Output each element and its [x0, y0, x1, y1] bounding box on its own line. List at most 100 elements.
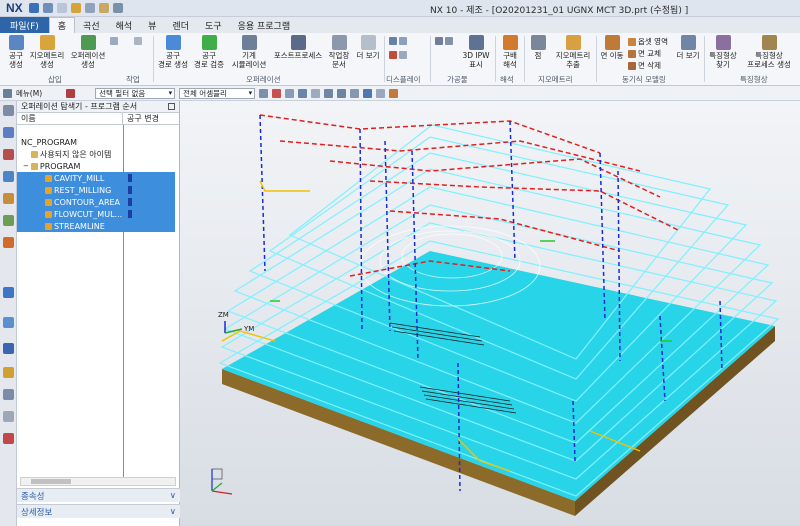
find-feature-button[interactable]: 특징형상 찾기 [708, 35, 738, 69]
select-icon[interactable] [66, 88, 76, 98]
navigator-title: 오퍼레이션 탐색기 - 프로그램 순서 [21, 102, 138, 111]
operation-icon [45, 210, 52, 218]
reuse-library-icon[interactable] [3, 215, 14, 226]
tree-row-flowcut[interactable]: FLOWCUT_MUL... [17, 208, 175, 220]
copy-icon[interactable] [84, 3, 95, 13]
tree-row-program[interactable]: − PROGRAM [17, 160, 175, 172]
point-button[interactable]: 점 [528, 35, 548, 60]
create-geometry-button[interactable]: 지오메트리 생성 [28, 35, 66, 69]
save-icon[interactable] [28, 3, 39, 13]
settings-gear-icon[interactable] [3, 105, 14, 116]
ribbon-separator [596, 36, 597, 82]
tab-analysis[interactable]: 해석 [108, 17, 141, 33]
group-label-synchronous-modeling: 동기식 모델링 [622, 75, 666, 84]
machine-tool-navigator-icon[interactable] [3, 127, 14, 138]
postprocess-icon [290, 35, 306, 50]
column-header-name[interactable]: 이름 [17, 112, 123, 125]
system-materials-icon[interactable] [3, 367, 14, 378]
scrollbar-thumb[interactable] [31, 479, 71, 484]
assembly-navigator-icon[interactable] [3, 193, 14, 204]
draft-analysis-button[interactable]: 구배 해석 [499, 35, 521, 69]
snap-icon-2[interactable] [285, 88, 295, 98]
column-header-tool-change[interactable]: 공구 변경 [123, 113, 159, 124]
pan-icon[interactable] [350, 88, 360, 98]
rapid-move [389, 210, 621, 252]
fit-view-icon[interactable] [324, 88, 334, 98]
wcs-icon[interactable] [389, 88, 399, 98]
more-modeling-button[interactable]: 더 보기 [676, 35, 700, 60]
offset-region-item[interactable]: 옵셋 영역 [628, 36, 668, 47]
file-menu-tab[interactable]: 파일(F) [0, 17, 49, 33]
title-bar: NX NX 10 - 제조 - [O20201231_01 UGNX MCT 3… [0, 0, 800, 17]
paste-icon[interactable] [98, 3, 109, 13]
tab-curve[interactable]: 곡선 [75, 17, 108, 33]
operation-icon [45, 198, 52, 206]
tab-applications[interactable]: 응용 프로그램 [230, 17, 299, 33]
operation-navigator-icon[interactable] [3, 171, 14, 182]
operation-small-tools[interactable] [134, 37, 142, 45]
rotate-icon[interactable] [337, 88, 347, 98]
tab-tools[interactable]: 도구 [197, 17, 230, 33]
more-operations-button[interactable]: 더 보기 [355, 35, 381, 60]
machine-simulation-button[interactable]: 기계 시뮬레이션 [228, 35, 270, 69]
operation-icon [45, 186, 52, 194]
replace-face-item[interactable]: 면 교체 [628, 48, 661, 59]
tree-row-cavity-mill[interactable]: CAVITY_MILL [17, 172, 175, 184]
tree-row-streamline[interactable]: STREAMLINE [17, 220, 175, 232]
create-tool-button[interactable]: 공구 생성 [5, 35, 27, 69]
history-clock-icon[interactable] [3, 343, 14, 354]
redo-icon[interactable] [56, 3, 67, 13]
feature-process-button[interactable]: 특징형상 프로세스 생성 [740, 35, 798, 69]
web-browser-icon[interactable] [3, 287, 14, 298]
workpiece-small-tools[interactable] [435, 37, 453, 45]
shop-docs-icon [331, 35, 347, 50]
process-studio-icon[interactable] [3, 389, 14, 400]
display-small-tools-2[interactable] [389, 51, 407, 59]
tab-view[interactable]: 뷰 [140, 17, 164, 33]
delete-face-item[interactable]: 면 삭제 [628, 60, 661, 71]
view-icon[interactable] [311, 88, 321, 98]
palette-icon[interactable] [3, 433, 14, 444]
extract-geometry-button[interactable]: 지오메트리 추출 [552, 35, 594, 69]
verify-toolpath-button[interactable]: 공구 경로 검증 [191, 35, 227, 69]
point-snap-icon[interactable] [298, 88, 308, 98]
dependencies-panel-header[interactable]: 종속성 ∨ [17, 488, 180, 502]
tree-row-unused-items[interactable]: 사용되지 않은 아이템 [17, 148, 175, 160]
postprocess-button[interactable]: 포스트프로세스 [272, 35, 324, 60]
shading-icon[interactable] [363, 88, 373, 98]
shop-docs-button[interactable]: 작업장 문서 [326, 35, 352, 69]
ipw-icon [468, 35, 484, 50]
tree-row-nc-program[interactable]: NC_PROGRAM [17, 136, 175, 148]
manufacturing-wizard-icon[interactable] [3, 411, 14, 422]
tab-render[interactable]: 렌더 [164, 17, 197, 33]
maximize-icon[interactable] [168, 103, 175, 110]
snap-icon[interactable] [272, 88, 282, 98]
navigator-horizontal-scrollbar[interactable] [20, 477, 176, 486]
menu-button[interactable]: 메뉴(M) [16, 88, 42, 99]
insert-small-tools[interactable] [110, 37, 118, 45]
selection-filter-dropdown[interactable]: 선택 필터 없음 [95, 87, 176, 99]
window-title: NX 10 - 제조 - [O20201231_01 UGNX MCT 3D.p… [430, 6, 689, 16]
create-operation-button[interactable]: 오퍼레이션 생성 [67, 35, 109, 69]
tree-row-rest-milling[interactable]: REST_MILLING [17, 184, 175, 196]
cut-icon[interactable] [70, 3, 81, 13]
move-face-button[interactable]: 면 이동 [600, 35, 624, 60]
edit-icon [134, 37, 142, 45]
tab-home[interactable]: 홈 [48, 17, 76, 33]
display-small-tools[interactable] [389, 37, 407, 45]
assembly-scope-dropdown[interactable]: 전체 어셈블리 [179, 87, 256, 99]
group-label-geometry: 지오메트리 [538, 75, 573, 84]
layer-icon[interactable] [376, 88, 386, 98]
details-panel-header[interactable]: 상세정보 ∨ [17, 504, 180, 518]
part-navigator-icon[interactable] [3, 149, 14, 160]
undo-icon[interactable] [42, 3, 53, 13]
graphics-viewport[interactable]: ZM YM [180, 101, 800, 526]
window-icon[interactable] [112, 3, 123, 13]
ipw-button[interactable]: 3D IPW 표시 [460, 35, 492, 69]
collapse-icon[interactable]: − [23, 162, 29, 170]
roles-icon[interactable] [3, 317, 14, 328]
generate-toolpath-button[interactable]: 공구 경로 생성 [158, 35, 188, 69]
tree-row-contour-area[interactable]: CONTOUR_AREA [17, 196, 175, 208]
filter-icon[interactable] [259, 88, 269, 98]
history-icon[interactable] [3, 237, 14, 248]
